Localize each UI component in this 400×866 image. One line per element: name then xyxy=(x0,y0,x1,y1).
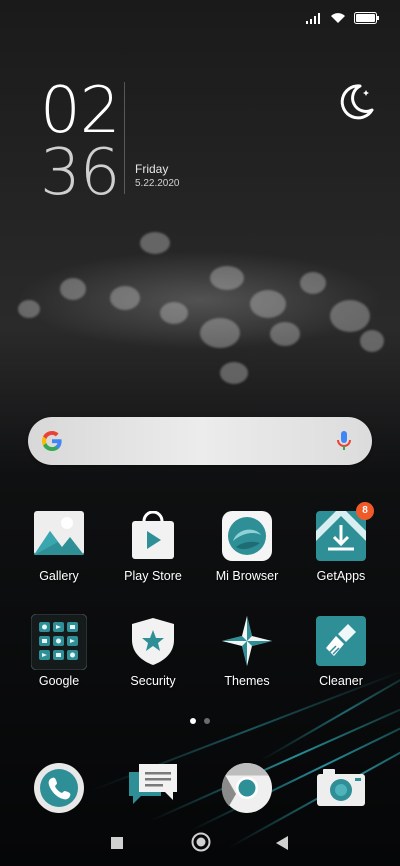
recents-button[interactable] xyxy=(111,836,123,854)
status-bar xyxy=(0,0,400,36)
clock-divider xyxy=(124,82,125,194)
app-gallery[interactable]: Gallery xyxy=(14,511,104,583)
clock-date: 5.22.2020 xyxy=(135,178,180,189)
back-button[interactable] xyxy=(276,836,288,855)
folder-icon xyxy=(30,613,88,671)
app-getapps[interactable]: 8 GetApps xyxy=(296,502,386,583)
messages-icon[interactable] xyxy=(127,762,179,814)
dark-mode-moon-icon[interactable] xyxy=(334,80,378,124)
clock-widget[interactable]: 02 36 xyxy=(40,74,120,210)
mic-icon[interactable] xyxy=(336,430,352,457)
notification-badge: 8 xyxy=(356,502,374,520)
page-dot xyxy=(204,718,210,724)
app-security[interactable]: Security xyxy=(108,616,198,688)
page-indicator xyxy=(0,718,400,724)
home-button[interactable] xyxy=(191,832,211,857)
app-label: Themes xyxy=(224,674,270,688)
app-label: Google xyxy=(38,674,80,688)
google-g-icon xyxy=(40,429,64,458)
camera-icon[interactable] xyxy=(315,762,367,814)
gallery-icon xyxy=(34,511,84,561)
page-dot-active xyxy=(190,718,196,724)
app-play-store[interactable]: Play Store xyxy=(108,510,198,583)
wifi-icon xyxy=(330,11,346,29)
clock-hour: 02 xyxy=(40,74,120,148)
cleaner-brush-icon xyxy=(316,616,366,666)
battery-icon xyxy=(354,11,380,29)
app-label: Cleaner xyxy=(319,674,363,688)
app-label: Mi Browser xyxy=(215,569,279,583)
chrome-icon[interactable] xyxy=(221,762,273,814)
app-label: GetApps xyxy=(316,569,366,583)
getapps-icon: 8 xyxy=(316,502,374,561)
app-label: Play Store xyxy=(124,569,182,583)
app-themes[interactable]: Themes xyxy=(202,616,292,688)
google-search-bar[interactable] xyxy=(28,417,372,465)
app-label: Security xyxy=(130,674,176,688)
app-cleaner[interactable]: Cleaner xyxy=(296,616,386,688)
play-store-icon xyxy=(128,510,178,561)
app-folder-google[interactable]: Google xyxy=(14,613,104,688)
app-label: Gallery xyxy=(39,569,79,583)
app-mi-browser[interactable]: Mi Browser xyxy=(202,511,292,583)
phone-icon[interactable] xyxy=(33,762,85,814)
signal-icon xyxy=(306,11,322,29)
themes-compass-icon xyxy=(222,616,272,666)
clock-minute: 36 xyxy=(40,136,120,210)
navigation-bar xyxy=(0,826,400,866)
clock-day: Friday xyxy=(135,162,169,176)
mi-browser-icon xyxy=(222,511,272,561)
security-shield-icon xyxy=(128,616,178,666)
